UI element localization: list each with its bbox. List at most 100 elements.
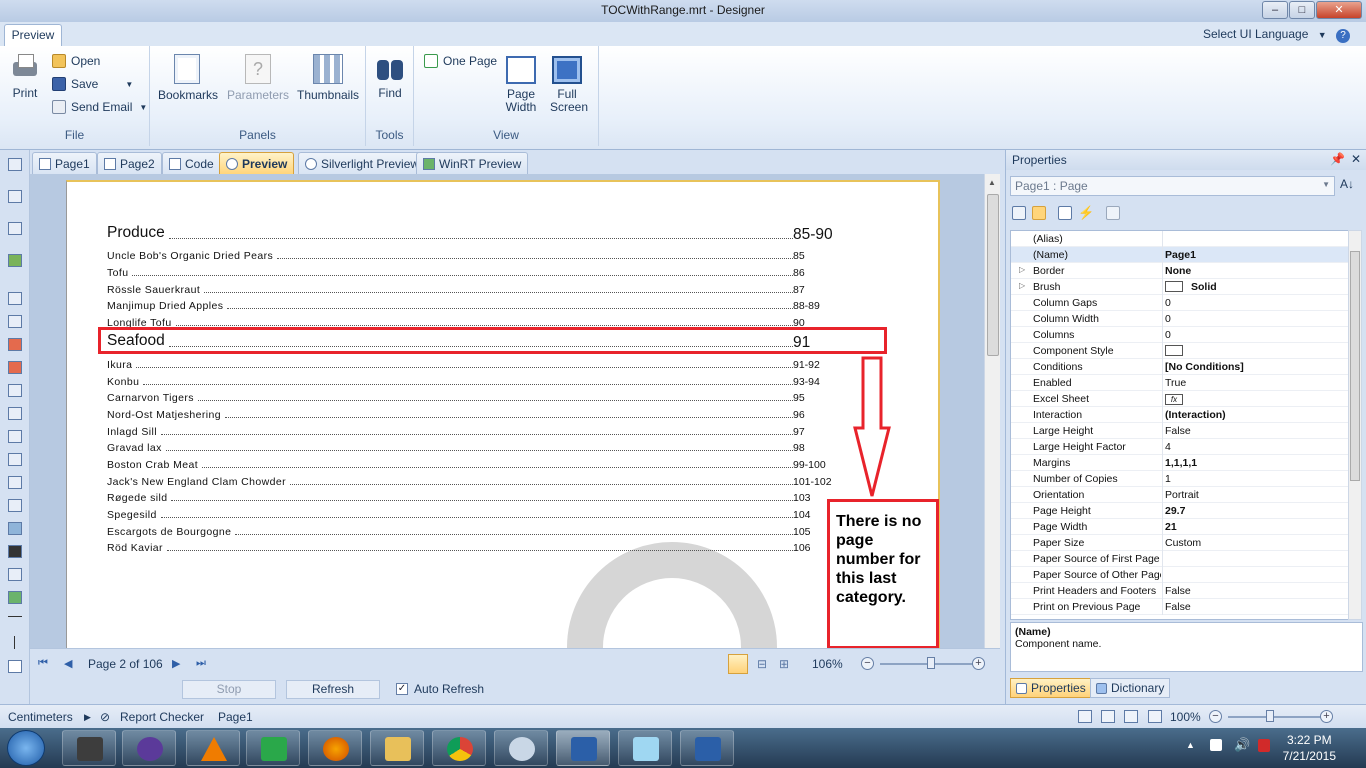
zoom-in-icon[interactable]: + [972,657,985,670]
zoom-slider-thumb[interactable] [1266,710,1274,722]
property-value[interactable]: None [1165,265,1191,277]
report-checker-icon[interactable]: ⊘ [100,710,110,724]
system-text-icon[interactable] [8,361,22,374]
band-tool-icon[interactable] [8,190,22,203]
toc-item-row[interactable]: Escargots de Bourgogne [107,526,797,538]
stop-button[interactable]: Stop [182,680,276,699]
property-row[interactable]: ▷ Brush Solid [1011,279,1350,295]
taskbar-rdp[interactable] [680,730,734,766]
help-icon[interactable]: ? [1336,29,1350,43]
expand-icon[interactable]: ▷ [1019,265,1025,274]
categorized-icon[interactable] [1012,206,1026,220]
property-row[interactable]: Column Gaps 0 [1011,295,1350,311]
toc-item-row[interactable]: Boston Crab Meat [107,459,797,471]
property-value[interactable]: Custom [1165,537,1201,549]
play-icon[interactable]: ▶ [84,712,91,723]
tab-page1[interactable]: Page1 [32,152,97,174]
toc-item-row[interactable]: Nord-Ost Matjeshering [107,409,797,421]
property-row[interactable]: ▷ Border None [1011,263,1350,279]
cross-tab-tool-icon[interactable] [8,476,22,489]
continuous-view-icon[interactable]: ⊟ [757,657,767,671]
property-value[interactable]: 0 [1165,329,1171,341]
rectangle-tool-icon[interactable] [8,660,22,673]
units-selector[interactable]: Centimeters [8,710,73,724]
toc-item-row[interactable]: Manjimup Dried Apples [107,300,797,312]
bookmarks-button[interactable]: Bookmarks [158,54,218,102]
chart-tool-icon[interactable] [8,591,22,604]
volume-icon[interactable]: 🔊 [1234,737,1250,753]
next-page-icon[interactable]: ▶ [172,657,180,670]
rich-text-tool-icon[interactable] [8,315,22,328]
zoom-slider-track[interactable] [1228,716,1320,718]
property-row[interactable]: (Name) Page1 [1011,247,1350,263]
tab-preview[interactable]: Preview [4,24,62,46]
scroll-up-icon[interactable]: ▲ [988,178,996,187]
zoom-out-icon[interactable]: − [861,657,874,670]
previous-page-icon[interactable]: ◀ [64,657,72,670]
property-grid-scrollbar[interactable] [1348,230,1362,620]
single-page-view-icon[interactable] [728,654,748,674]
property-row[interactable]: Excel Sheet fx [1011,391,1350,407]
scrollbar-thumb[interactable] [987,194,999,356]
property-value[interactable]: (Interaction) [1165,409,1226,421]
panel-tool-icon[interactable] [8,384,22,397]
page-width-icon[interactable] [1078,710,1092,723]
last-page-icon[interactable]: ⏭ [196,657,206,670]
pointer-tool-icon[interactable] [8,158,22,171]
system-clock[interactable]: 3:22 PM 7/21/2015 [1283,732,1336,764]
toc-item-row[interactable]: Spegesild [107,509,797,521]
property-value[interactable]: Portrait [1165,489,1199,501]
property-row[interactable]: Large Height False [1011,423,1350,439]
property-row[interactable]: Enabled True [1011,375,1350,391]
table-tool-icon[interactable] [8,453,22,466]
start-button[interactable] [7,730,45,766]
tab-winrt-preview[interactable]: WinRT Preview [416,152,529,174]
maximize-button[interactable]: □ [1289,1,1315,19]
tab-page2[interactable]: Page2 [97,152,162,174]
property-value[interactable]: 0 [1165,313,1171,325]
select-ui-language[interactable]: Select UI Language ▼ ? [1203,27,1350,43]
taskbar-visual-studio[interactable] [246,730,300,766]
save-button[interactable]: Save ▼ [52,77,133,91]
property-value[interactable]: 0 [1165,297,1171,309]
minimize-button[interactable]: – [1262,1,1288,19]
clone-tool-icon[interactable] [8,407,22,420]
find-button[interactable]: Find [374,56,406,100]
property-value[interactable]: True [1165,377,1186,389]
property-row[interactable]: Interaction (Interaction) [1011,407,1350,423]
expand-icon[interactable]: ▷ [1019,281,1025,290]
property-row[interactable]: Conditions [No Conditions] [1011,359,1350,375]
property-row[interactable]: Component Style [1011,343,1350,359]
property-value[interactable]: Solid [1165,281,1217,293]
crossband-tool-icon[interactable] [8,222,22,235]
zoom-slider-thumb[interactable] [927,657,936,669]
property-value[interactable]: 29.7 [1165,505,1185,517]
label-tool-icon[interactable] [8,499,22,512]
property-row[interactable]: Large Height Factor 4 [1011,439,1350,455]
toc-item-row[interactable]: Carnarvon Tigers [107,392,797,404]
property-value[interactable]: 1 [1165,473,1171,485]
thumbnails-button[interactable]: Thumbnails [296,54,360,102]
property-row[interactable]: Print on Previous Page False [1011,599,1350,615]
toc-item-row[interactable]: Gravad lax [107,442,797,454]
property-pages-icon[interactable] [1106,206,1120,220]
property-row[interactable]: Margins 1,1,1,1 [1011,455,1350,471]
picture-tool-icon[interactable] [8,522,22,535]
events-lightning-icon[interactable]: ⚡ [1078,206,1094,220]
toc-item-row[interactable]: Røgede sild [107,492,797,504]
property-row[interactable]: Page Height 29.7 [1011,503,1350,519]
refresh-button[interactable]: Refresh [286,680,380,699]
zoom-out-icon[interactable]: − [1209,710,1222,723]
show-hidden-icons-icon[interactable]: ▲ [1186,740,1195,750]
tab-silverlight-preview[interactable]: Silverlight Preview [298,152,427,174]
taskbar-chrome[interactable] [432,730,486,766]
property-value[interactable]: False [1165,585,1191,597]
taskbar-firefox[interactable] [308,730,362,766]
full-screen-button[interactable]: Full Screen [550,56,588,114]
horizontal-line-icon[interactable] [8,616,22,617]
toc-item-row[interactable]: Uncle Bob's Organic Dried Pears [107,250,797,262]
property-row[interactable]: Print Headers and Footers False [1011,583,1350,599]
property-value[interactable]: 21 [1165,521,1177,533]
scrollbar-thumb[interactable] [1350,251,1360,481]
property-value[interactable]: Page1 [1165,249,1196,261]
